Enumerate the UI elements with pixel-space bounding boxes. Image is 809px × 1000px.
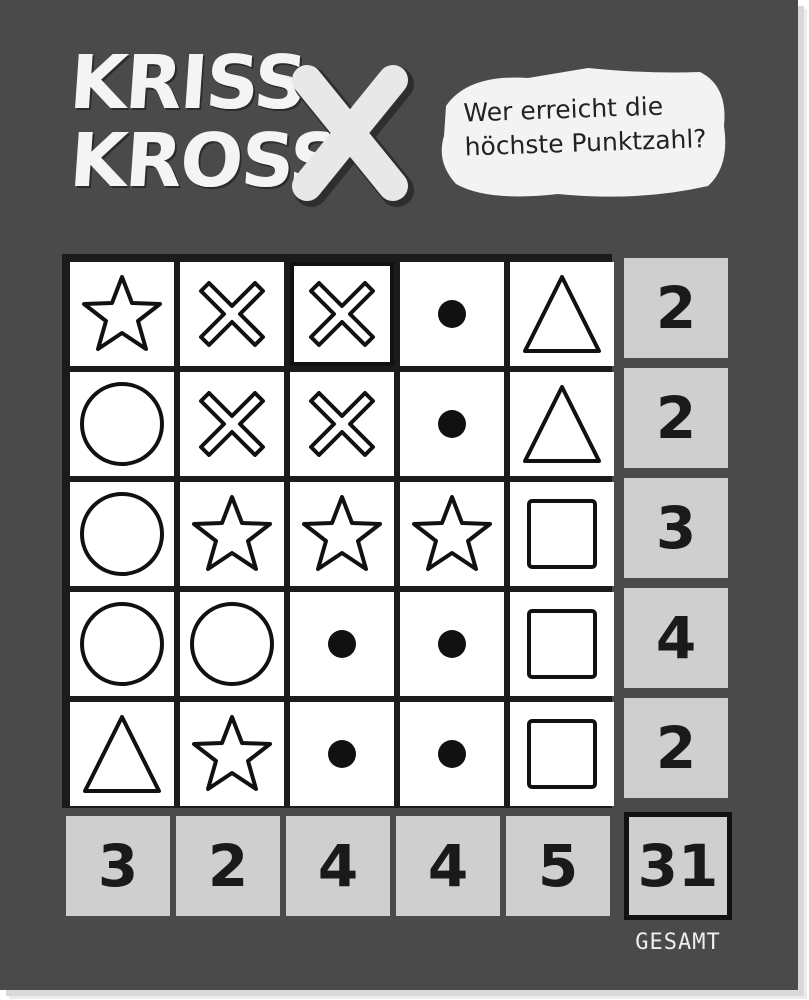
grid-cell[interactable] — [510, 372, 614, 476]
column-score: 5 — [506, 816, 610, 916]
logo-word-kriss: KRISS — [66, 40, 309, 126]
row-score-value: 2 — [655, 274, 697, 342]
grid-cell[interactable] — [290, 592, 394, 696]
star-icon — [302, 495, 382, 571]
slogan-text: Wer erreicht die höchste Punktzahl? — [463, 87, 725, 164]
cross-icon — [309, 281, 375, 347]
triangle-icon — [83, 715, 161, 793]
grid-cell[interactable] — [180, 702, 284, 806]
column-score: 4 — [286, 816, 390, 916]
total-score-value: 31 — [637, 832, 719, 900]
circle-icon — [190, 602, 274, 686]
column-score-value: 4 — [427, 832, 469, 900]
column-score: 2 — [176, 816, 280, 916]
grid-cell[interactable] — [180, 592, 284, 696]
grid-cell[interactable] — [400, 372, 504, 476]
row-score: 2 — [624, 368, 728, 468]
column-score: 3 — [66, 816, 170, 916]
row-score: 2 — [624, 698, 728, 798]
square-icon — [527, 499, 597, 569]
circle-icon — [80, 492, 164, 576]
grid-cell[interactable] — [70, 592, 174, 696]
dot-icon — [438, 410, 466, 438]
row-score: 4 — [624, 588, 728, 688]
dot-icon — [328, 740, 356, 768]
row-score-value: 4 — [655, 604, 697, 672]
row-score: 3 — [624, 478, 728, 578]
total-score-label: GESAMT — [635, 930, 721, 955]
column-score-value: 4 — [317, 832, 359, 900]
row-score-value: 2 — [655, 384, 697, 452]
total-score-box: 31 — [624, 812, 732, 920]
column-score: 4 — [396, 816, 500, 916]
grid-cell[interactable] — [290, 372, 394, 476]
dot-icon — [438, 740, 466, 768]
slogan-banner: Wer erreicht die höchste Punktzahl? — [438, 66, 730, 204]
grid-cell[interactable] — [290, 262, 394, 366]
grid-cell[interactable] — [510, 702, 614, 806]
star-icon — [192, 715, 272, 791]
grid-cell[interactable] — [290, 482, 394, 586]
triangle-icon — [523, 385, 601, 463]
game-logo: KRISS KROSS — [66, 40, 430, 220]
grid-cell[interactable] — [180, 372, 284, 476]
grid-cell[interactable] — [510, 262, 614, 366]
cross-icon — [199, 281, 265, 347]
column-score-value: 3 — [97, 832, 139, 900]
grid-cell[interactable] — [400, 262, 504, 366]
column-score-value: 2 — [207, 832, 249, 900]
grid-cell[interactable] — [510, 482, 614, 586]
grid-cell[interactable] — [180, 482, 284, 586]
grid-cell[interactable] — [510, 592, 614, 696]
circle-icon — [80, 602, 164, 686]
square-icon — [527, 609, 597, 679]
cross-icon — [199, 391, 265, 457]
star-icon — [82, 275, 162, 351]
star-icon — [412, 495, 492, 571]
grid-cell[interactable] — [70, 262, 174, 366]
column-score-value: 5 — [537, 832, 579, 900]
grid-cell[interactable] — [70, 372, 174, 476]
row-score-value: 2 — [655, 714, 697, 782]
square-icon — [527, 719, 597, 789]
logo-x-mark — [292, 65, 414, 207]
star-icon — [192, 495, 272, 571]
circle-icon — [80, 382, 164, 466]
grid-cell[interactable] — [180, 262, 284, 366]
symbol-grid — [62, 254, 614, 808]
dot-icon — [438, 300, 466, 328]
puzzle-page: KRISS KROSS Wer erreicht die höchste Pun… — [0, 0, 798, 990]
grid-cell[interactable] — [400, 482, 504, 586]
grid-cell[interactable] — [400, 702, 504, 806]
grid-cell[interactable] — [290, 702, 394, 806]
triangle-icon — [523, 275, 601, 353]
grid-cell[interactable] — [70, 702, 174, 806]
row-score: 2 — [624, 258, 728, 358]
dot-icon — [328, 630, 356, 658]
row-score-value: 3 — [655, 494, 697, 562]
dot-icon — [438, 630, 466, 658]
grid-cell[interactable] — [400, 592, 504, 696]
grid-cell[interactable] — [70, 482, 174, 586]
cross-icon — [309, 391, 375, 457]
